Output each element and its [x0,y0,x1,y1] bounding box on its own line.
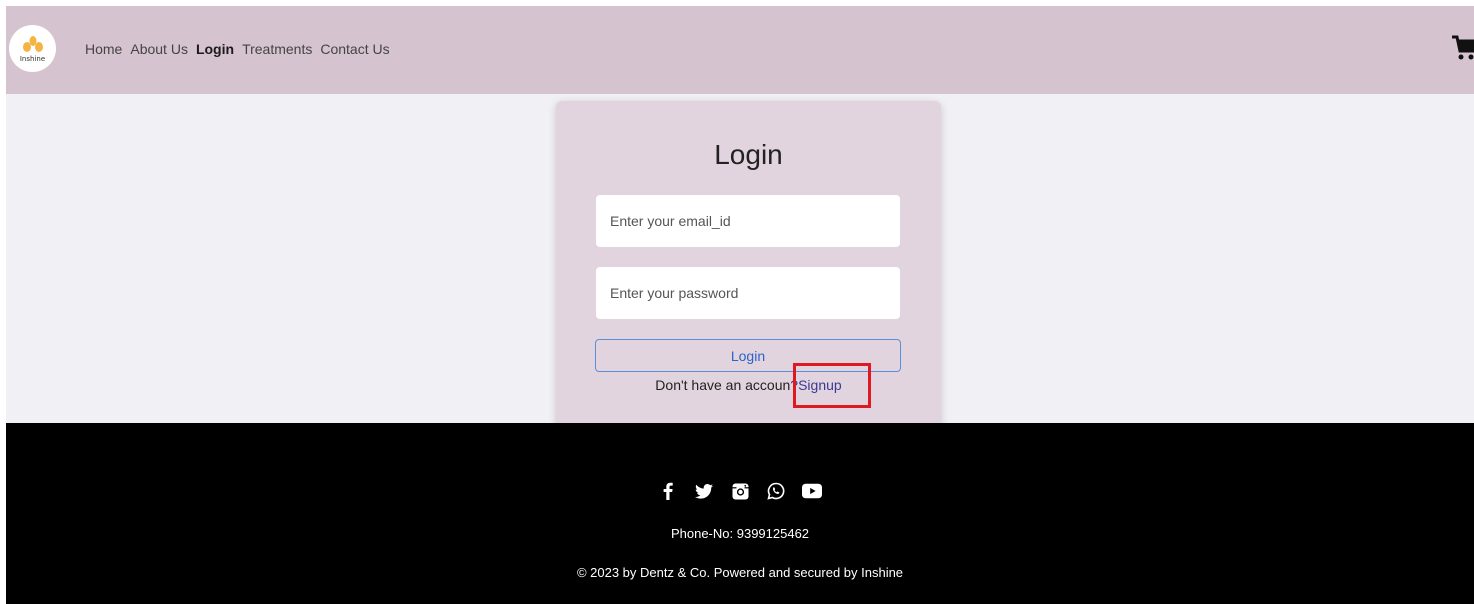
facebook-icon[interactable] [658,481,678,501]
brand-logo[interactable]: Inshine [9,25,56,72]
twitter-icon[interactable] [694,481,714,501]
nav-link-contact-us[interactable]: Contact Us [320,41,389,57]
nav-link-about-us[interactable]: About Us [130,41,188,57]
social-links [6,481,1474,501]
signup-prompt: Don't have an accoun?Signup [556,377,941,393]
nav-link-treatments[interactable]: Treatments [242,41,312,57]
highlight-box [793,363,871,408]
youtube-icon[interactable] [802,481,822,501]
phone-number: Phone-No: 9399125462 [670,526,810,541]
nav-link-home[interactable]: Home [85,41,122,57]
instagram-icon[interactable] [730,481,750,501]
login-title: Login [714,139,783,170]
logo-text: Inshine [19,55,46,63]
footer: Phone-No: 9399125462 © 2023 by Dentz & C… [6,423,1474,604]
flower-logo-icon [23,36,43,52]
nav-link-login[interactable]: Login [196,41,234,57]
page: Inshine Home About Us Login Treatments C… [6,6,1474,604]
password-input[interactable] [596,267,900,319]
navbar: Inshine Home About Us Login Treatments C… [6,6,1474,94]
copyright-text: © 2023 by Dentz & Co. Powered and secure… [576,565,904,580]
nav-menu: Home About Us Login Treatments Contact U… [85,41,398,57]
login-card: Login Login Don't have an accoun?Signup [556,101,941,433]
shopping-cart-icon[interactable] [1452,34,1474,62]
email-input[interactable] [596,195,900,247]
whatsapp-icon[interactable] [766,481,786,501]
signup-prompt-text: Don't have an accoun [655,377,791,393]
